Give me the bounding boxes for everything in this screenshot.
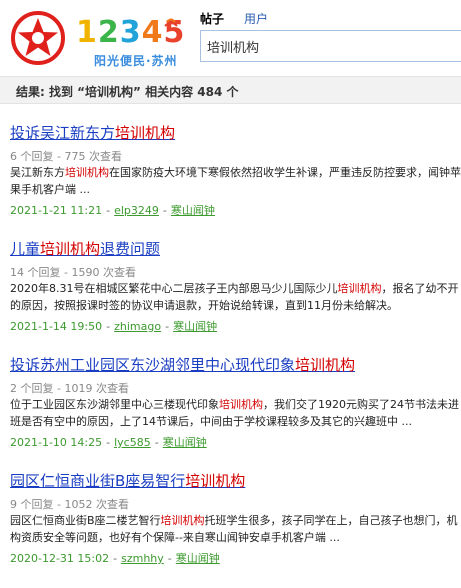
result-forum-link[interactable]: 寒山闻钟 [171,204,215,217]
separator: - [106,204,111,217]
title-keyword-highlight: 培训机构 [185,472,246,490]
separator: - [106,436,111,449]
result-title-link[interactable]: 儿童培训机构退费问题 [10,238,160,260]
title-keyword-highlight: 培训机构 [295,356,356,374]
logo-digit: 1 [76,15,98,50]
result-item: 投诉苏州工业园区东沙湖邻里中心现代印象培训机构 2 个回复 - 1019 次查看… [10,354,461,472]
result-forum-link[interactable]: 寒山闻钟 [173,320,217,333]
site-logo[interactable]: 12345 阳光便民·苏州 [10,10,184,68]
result-snippet: 2020年8.31号在相城区繁花中心二层孩子王内部恩马少儿国际少儿培训机构，报名… [10,280,461,314]
result-meta: 9 个回复 - 1052 次查看 [10,498,129,511]
search-input[interactable] [207,37,457,55]
snippet-text: 2020年8.31号在相城区繁花中心二层孩子王内部恩马少儿国际少儿 [10,282,338,295]
site-header: 12345 阳光便民·苏州 帖子 用户 [0,0,461,76]
result-forum-link[interactable]: 寒山闻钟 [163,436,207,449]
separator: - [165,320,170,333]
result-user-link[interactable]: zhimago [114,320,161,333]
result-title-link[interactable]: 投诉吴江新东方培训机构 [10,122,175,144]
separator: - [162,204,167,217]
separator: - [106,320,111,333]
snippet-text: 吴江新东方 [10,166,65,179]
result-footer: 2021-1-14 19:50- zhimago - 寒山闻钟 [10,318,217,334]
result-item: 园区仁恒商业街B座易智行培训机构 9 个回复 - 1052 次查看 园区仁恒商业… [10,470,461,588]
result-forum-link[interactable]: 寒山闻钟 [176,552,220,565]
search-box [200,30,461,62]
red-star-logo-icon [11,11,65,65]
result-footer: 2020-12-31 15:02- szmhhy - 寒山闻钟 [10,550,220,566]
title-keyword-highlight: 培训机构 [115,124,176,142]
logo-subtitle: 阳光便民·苏州 [94,54,178,68]
result-snippet: 园区仁恒商业街B座二楼艺智行培训机构托班学生很多，孩子同学在上，自己孩子也想门，… [10,512,461,546]
title-text: 投诉苏州工业园区东沙湖邻里中心现代印象 [10,356,296,374]
result-footer: 2021-1-10 14:25- lyc585- 寒山闻钟 [10,434,207,450]
result-date: 2021-1-10 14:25 [10,436,103,449]
snippet-keyword-highlight: 培训机构 [65,166,109,179]
title-text: 投诉吴江新东方 [10,124,116,142]
result-user-link[interactable]: lyc585 [114,436,151,449]
result-date: 2021-1-21 11:21 [10,204,103,217]
logo-digit: 4 [141,15,164,50]
title-text: 园区仁恒商业街B座易智行 [10,472,186,490]
result-footer: 2021-1-21 11:21- elp3249- 寒山闻钟 [10,202,215,218]
logo-digit: 2 [97,15,120,50]
result-snippet: 位于工业园区东沙湖邻里中心三楼现代印象培训机构，我们交了1920元购买了24节书… [10,396,461,430]
separator: - [113,552,118,565]
title-text: 退费问题 [100,240,161,258]
result-meta: 14 个回复 - 1590 次查看 [10,266,136,279]
result-user-link[interactable]: elp3249 [114,204,159,217]
tab-users[interactable]: 用户 [244,10,268,27]
result-meta: 6 个回复 - 775 次查看 [10,150,122,163]
snippet-keyword-highlight: 培训机构 [160,514,205,527]
signal-wave-icon [164,18,178,27]
result-title-link[interactable]: 投诉苏州工业园区东沙湖邻里中心现代印象培训机构 [10,354,355,376]
result-summary-bar: 结果: 找到 “培训机构” 相关内容 484 个 [0,76,461,104]
result-date: 2021-1-14 19:50 [10,320,103,333]
separator: - [154,436,159,449]
snippet-text: 位于工业园区东沙湖邻里中心三楼现代印象 [10,398,219,411]
logo-digit: 3 [119,15,142,50]
result-item: 投诉吴江新东方培训机构 6 个回复 - 775 次查看 吴江新东方培训机构在国家… [10,122,461,240]
result-item: 儿童培训机构退费问题 14 个回复 - 1590 次查看 2020年8.31号在… [10,238,461,356]
snippet-keyword-highlight: 培训机构 [219,398,263,411]
result-title-link[interactable]: 园区仁恒商业街B座易智行培训机构 [10,470,245,492]
snippet-text: 园区仁恒商业街B座二楼艺智行 [10,514,161,527]
separator: - [167,552,172,565]
result-snippet: 吴江新东方培训机构在国家防疫大环境下寒假依然招收学生补课，严重违反防控要求，闻钟… [10,164,461,198]
result-meta: 2 个回复 - 1019 次查看 [10,382,129,395]
result-user-link[interactable]: szmhhy [121,552,164,565]
snippet-keyword-highlight: 培训机构 [337,282,382,295]
result-date: 2020-12-31 15:02 [10,552,110,565]
title-keyword-highlight: 培训机构 [40,240,101,258]
tab-posts[interactable]: 帖子 [200,10,224,27]
title-text: 儿童 [10,240,41,258]
result-summary: 结果: 找到 “培训机构” 相关内容 484 个 [16,85,239,99]
